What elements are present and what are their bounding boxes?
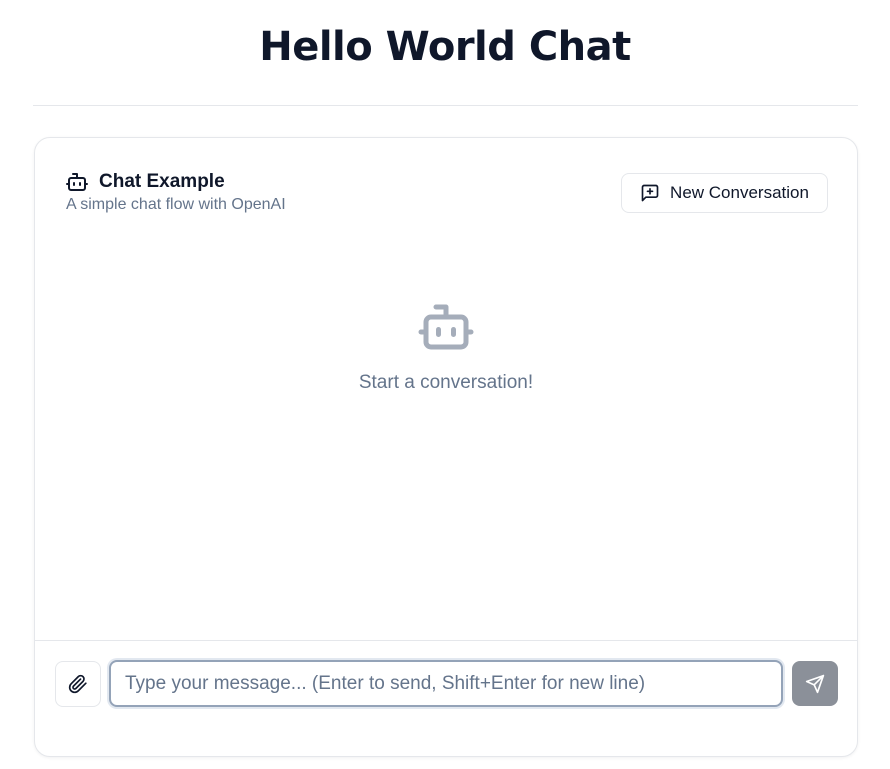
empty-state: Start a conversation! — [35, 302, 857, 394]
send-icon — [805, 674, 825, 694]
chat-subtitle: A simple chat flow with OpenAI — [66, 196, 286, 213]
new-conversation-button[interactable]: New Conversation — [621, 173, 828, 213]
bot-icon — [65, 170, 89, 194]
send-button[interactable] — [792, 661, 838, 706]
message-input[interactable] — [109, 660, 783, 707]
chat-title: Chat Example — [99, 171, 225, 192]
new-conversation-label: New Conversation — [670, 183, 809, 202]
chat-title-row: Chat Example — [65, 169, 225, 195]
title-divider — [33, 105, 858, 106]
attach-button[interactable] — [55, 661, 101, 707]
bot-icon — [416, 302, 476, 352]
page-title: Hello World Chat — [259, 24, 631, 70]
paperclip-icon — [68, 674, 88, 694]
chat-card: Chat Example A simple chat flow with Ope… — [34, 137, 858, 757]
message-square-plus-icon — [640, 183, 660, 203]
empty-state-text: Start a conversation! — [358, 372, 534, 393]
composer-divider — [35, 640, 857, 641]
